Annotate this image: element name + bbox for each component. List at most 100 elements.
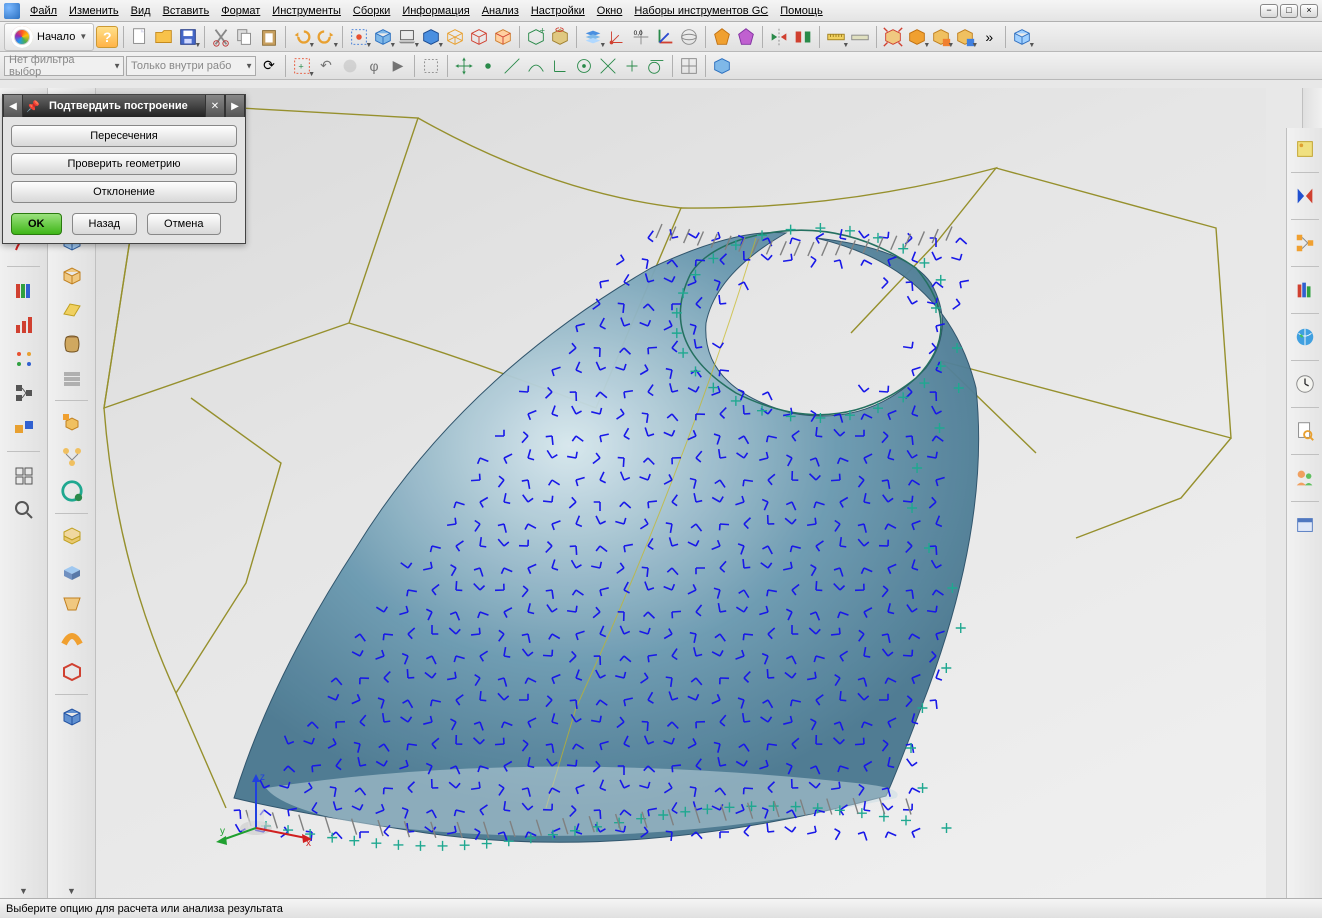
viewport-3d[interactable]: z x y	[96, 88, 1266, 898]
sheet-icon[interactable]	[58, 522, 86, 550]
box-solid-icon[interactable]	[58, 703, 86, 731]
deviation-button[interactable]: Отклонение	[11, 181, 237, 203]
undo-icon[interactable]: ▼	[291, 26, 313, 48]
assy-yellow-icon[interactable]	[58, 409, 86, 437]
window-small-icon[interactable]	[1292, 512, 1318, 538]
wall-icon[interactable]	[58, 364, 86, 392]
align-icon[interactable]	[792, 26, 814, 48]
plane-yellow-icon[interactable]	[58, 296, 86, 324]
filter-combo-1[interactable]: Нет фильтра выбор▼	[4, 56, 124, 76]
window-maximize-button[interactable]: □	[1280, 4, 1298, 18]
open-file-icon[interactable]	[153, 26, 175, 48]
cube-red-arrows-icon[interactable]	[882, 26, 904, 48]
loft-icon[interactable]	[58, 590, 86, 618]
menu-help[interactable]: Помощь	[774, 3, 829, 19]
tree-icon[interactable]	[1292, 230, 1318, 256]
mirror-icon[interactable]	[768, 26, 790, 48]
snap-point-icon[interactable]	[477, 55, 499, 77]
help-button[interactable]: ?	[96, 26, 118, 48]
snap-line-icon[interactable]	[501, 55, 523, 77]
select-box-icon[interactable]: +▼	[291, 55, 313, 77]
window-close-button[interactable]: ×	[1300, 4, 1318, 18]
dialog-pin-icon[interactable]: 📌	[23, 95, 43, 117]
new-file-icon[interactable]	[129, 26, 151, 48]
refresh-icon[interactable]: ⟳	[258, 55, 280, 77]
menu-file[interactable]: Файл	[24, 3, 63, 19]
extrude-icon[interactable]	[58, 556, 86, 584]
gem-orange-icon[interactable]	[711, 26, 733, 48]
shell-icon[interactable]	[58, 658, 86, 686]
blocks-icon[interactable]	[10, 413, 38, 441]
app-launch-icon[interactable]	[1292, 136, 1318, 162]
cube-blue-part-icon[interactable]: ▼	[954, 26, 976, 48]
wireframe-box-icon[interactable]	[444, 26, 466, 48]
laptop-icon[interactable]: ▼	[396, 26, 418, 48]
window-minimize-button[interactable]: −	[1260, 4, 1278, 18]
snap-inter-icon[interactable]	[597, 55, 619, 77]
cube-yellow-icon[interactable]: ▼	[906, 26, 928, 48]
origin-icon[interactable]: 0,0	[630, 26, 652, 48]
cut-icon[interactable]	[210, 26, 232, 48]
check-geometry-button[interactable]: Проверить геометрию	[11, 153, 237, 175]
menu-assemblies[interactable]: Сборки	[347, 3, 396, 19]
menu-edit[interactable]: Изменить	[63, 3, 125, 19]
dialog-next-button[interactable]: ▶	[225, 95, 245, 117]
solid-small-icon[interactable]	[711, 55, 733, 77]
menu-tools[interactable]: Инструменты	[266, 3, 347, 19]
save-file-icon[interactable]: ▼	[177, 26, 199, 48]
ok-button[interactable]: OK	[11, 213, 62, 235]
filter-combo-2[interactable]: Только внутри рабо▼	[126, 56, 256, 76]
sphere-gray-icon[interactable]	[339, 55, 361, 77]
book-stack-icon[interactable]	[1292, 277, 1318, 303]
menu-window[interactable]: Окно	[591, 3, 629, 19]
dialog-titlebar[interactable]: ◀ 📌 Подтвердить построение ✕ ▶	[3, 95, 245, 117]
box-icon[interactable]: ▼	[372, 26, 394, 48]
fit-view-icon[interactable]: ▼	[348, 26, 370, 48]
dialog-prev-button[interactable]: ◀	[3, 95, 23, 117]
flags-icon[interactable]	[1292, 183, 1318, 209]
clock-icon[interactable]	[1292, 371, 1318, 397]
measure-icon[interactable]: ▼	[825, 26, 847, 48]
cube-wire-icon[interactable]: ▼	[1011, 26, 1033, 48]
back-button[interactable]: Назад	[72, 213, 138, 235]
axis-frame-icon[interactable]	[654, 26, 676, 48]
snap-center-icon[interactable]	[573, 55, 595, 77]
assy-tree-icon[interactable]	[58, 443, 86, 471]
globe-icon[interactable]	[1292, 324, 1318, 350]
cube-orange-part-icon[interactable]: ▼	[930, 26, 952, 48]
box-orange-icon[interactable]	[58, 262, 86, 290]
snap-plus-icon[interactable]	[621, 55, 643, 77]
zoom-icon[interactable]	[10, 496, 38, 524]
wireframe-partial-icon[interactable]	[492, 26, 514, 48]
phi-icon[interactable]: φ	[363, 55, 385, 77]
dialog-close-button[interactable]: ✕	[205, 95, 225, 117]
search-doc-icon[interactable]	[1292, 418, 1318, 444]
redo-icon[interactable]: ▼	[315, 26, 337, 48]
snap-perp-icon[interactable]	[549, 55, 571, 77]
cube-rotate-icon[interactable]	[549, 26, 571, 48]
wcs-icon[interactable]	[606, 26, 628, 48]
menu-info[interactable]: Информация	[396, 3, 475, 19]
sphere-wire-icon[interactable]	[678, 26, 700, 48]
ruler-icon[interactable]	[849, 26, 871, 48]
barrel-icon[interactable]	[58, 330, 86, 358]
snap-arc-icon[interactable]	[525, 55, 547, 77]
cube-add-icon[interactable]: +	[525, 26, 547, 48]
play-icon[interactable]: ▶	[387, 55, 409, 77]
menu-gc-toolsets[interactable]: Наборы инструментов GC	[628, 3, 774, 19]
chart-icon[interactable]	[10, 311, 38, 339]
dashed-rect-icon[interactable]	[420, 55, 442, 77]
menu-view[interactable]: Вид	[125, 3, 157, 19]
menu-format[interactable]: Формат	[215, 3, 266, 19]
copy-icon[interactable]	[234, 26, 256, 48]
wireframe-red-icon[interactable]	[468, 26, 490, 48]
grid-small-icon[interactable]	[678, 55, 700, 77]
more-icon[interactable]: »	[978, 26, 1000, 48]
people-icon[interactable]	[1292, 465, 1318, 491]
dots-icon[interactable]	[10, 345, 38, 373]
books-icon[interactable]	[10, 277, 38, 305]
grid4-icon[interactable]	[10, 462, 38, 490]
menu-insert[interactable]: Вставить	[157, 3, 216, 19]
start-button[interactable]: Начало ▼	[4, 23, 94, 51]
cancel-button[interactable]: Отмена	[147, 213, 220, 235]
